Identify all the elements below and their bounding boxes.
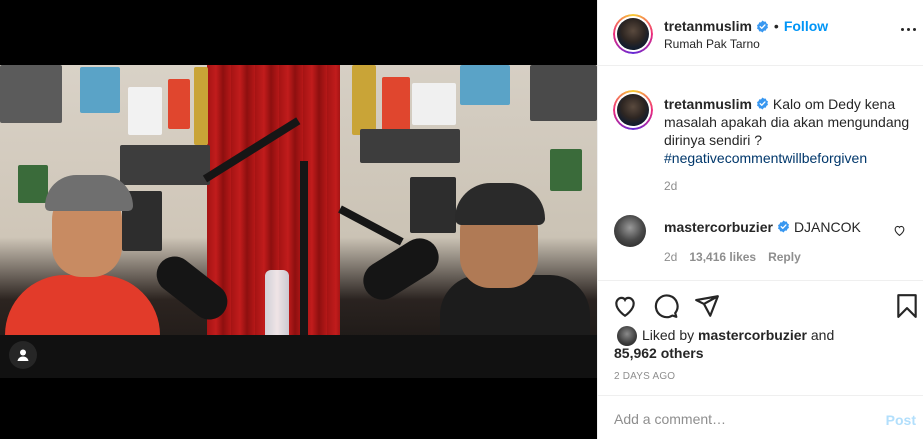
post-comment-button[interactable]: Post: [886, 412, 916, 428]
comment-composer: Post: [598, 395, 923, 439]
caption-author-username[interactable]: tretanmuslim: [664, 96, 752, 112]
wall-sign: [382, 77, 410, 137]
wall-sign: [120, 145, 210, 185]
separator-dot: •: [773, 18, 779, 34]
post-header: tretanmuslim • Follow Rumah Pak Tarno: [598, 0, 923, 66]
post-photo: [0, 65, 597, 378]
caption-author-avatar[interactable]: [613, 90, 653, 130]
wall-sign: [80, 67, 120, 113]
header-title-row: tretanmuslim • Follow: [664, 18, 828, 34]
mic-arm: [300, 161, 308, 361]
comment-input[interactable]: [614, 408, 854, 430]
caption-hashtag[interactable]: #negativecommentwillbeforgiven: [664, 150, 867, 166]
wall-sign: [410, 177, 456, 233]
wall-sign: [128, 87, 162, 135]
verified-badge-icon: [756, 20, 768, 32]
host-left-cap: [45, 175, 133, 211]
caption-age[interactable]: 2d: [664, 179, 677, 193]
user-tag-icon: [17, 349, 29, 361]
follow-button[interactable]: Follow: [784, 18, 828, 34]
likes-suffix: and: [810, 327, 835, 343]
wall-sign: [550, 149, 582, 191]
more-options-icon[interactable]: [901, 28, 916, 31]
verified-badge-icon: [756, 97, 768, 110]
desk: [0, 335, 597, 378]
comment-bubble-icon[interactable]: [653, 293, 679, 319]
wall-sign: [18, 165, 48, 203]
wall-sign: [352, 65, 376, 135]
comment-age[interactable]: 2d: [664, 250, 677, 264]
likes-line: Liked by mastercorbuzier and: [642, 327, 834, 343]
wall-sign: [0, 65, 62, 123]
commenter-avatar[interactable]: [614, 215, 646, 247]
comment-heart-icon[interactable]: [893, 224, 906, 237]
user-tag-button[interactable]: [9, 341, 37, 369]
wall-sign: [194, 67, 208, 145]
post-sidebar: tretanmuslim • Follow Rumah Pak Tarno tr…: [597, 0, 923, 439]
wall-sign: [530, 65, 597, 121]
likes-prefix: Liked by: [642, 327, 695, 343]
wall-sign: [412, 83, 456, 125]
liker-avatar[interactable]: [617, 326, 637, 346]
post-media[interactable]: [0, 0, 597, 439]
post-location[interactable]: Rumah Pak Tarno: [664, 37, 760, 51]
heart-icon[interactable]: [612, 293, 638, 319]
post-caption: tretanmuslim Kalo om Dedy kena masalah a…: [664, 95, 914, 167]
comment-text: DJANCOK: [793, 219, 861, 235]
likes-others[interactable]: 85,962 others: [614, 345, 704, 361]
verified-badge-icon: [777, 220, 789, 233]
post-timestamp[interactable]: 2 DAYS AGO: [614, 371, 675, 382]
comment-reply-button[interactable]: Reply: [768, 250, 801, 264]
comments-section: tretanmuslim Kalo om Dedy kena masalah a…: [598, 66, 923, 280]
author-avatar[interactable]: [613, 14, 653, 54]
likes-summary: Liked by mastercorbuzier and 85,962 othe…: [598, 323, 923, 369]
liker-username[interactable]: mastercorbuzier: [698, 327, 807, 343]
wall-sign: [360, 129, 460, 163]
comment-body: mastercorbuzier DJANCOK: [664, 219, 861, 235]
wall-sign: [168, 79, 190, 129]
comment-meta: 2d 13,416 likes Reply: [664, 250, 801, 264]
wall-sign: [460, 65, 510, 105]
paper-plane-icon[interactable]: [694, 293, 720, 319]
author-username[interactable]: tretanmuslim: [664, 18, 752, 34]
commenter-username[interactable]: mastercorbuzier: [664, 219, 773, 235]
comment-likes[interactable]: 13,416 likes: [689, 250, 756, 264]
bookmark-icon[interactable]: [894, 293, 920, 319]
